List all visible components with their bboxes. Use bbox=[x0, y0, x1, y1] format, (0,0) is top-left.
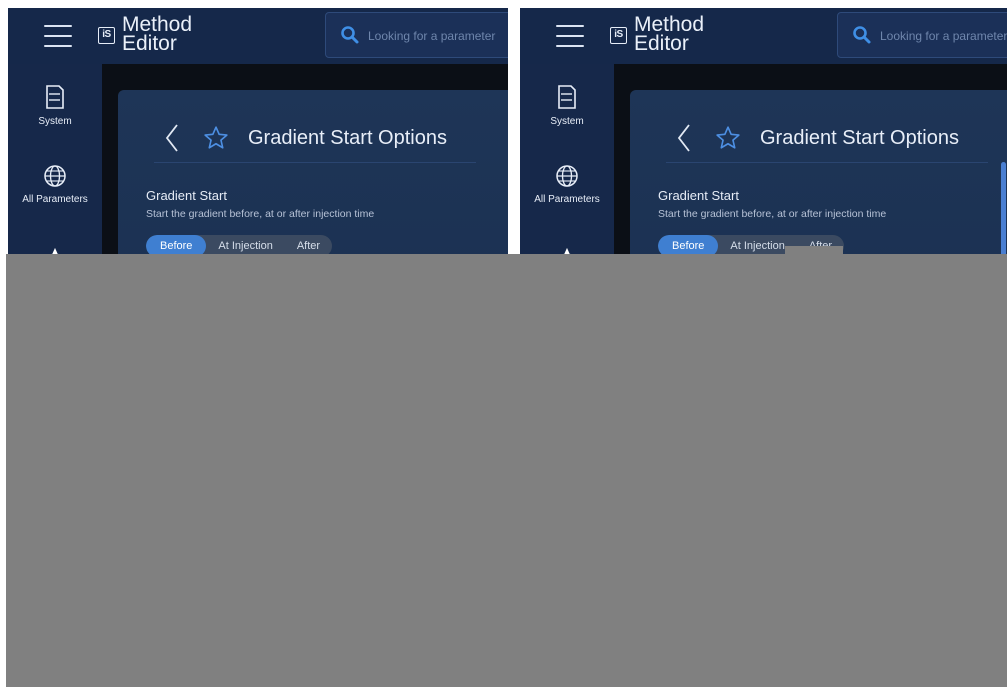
menu-icon[interactable] bbox=[44, 25, 72, 47]
section-description: Start the gradient before, at or after i… bbox=[658, 208, 887, 220]
search-icon bbox=[341, 26, 359, 44]
app-title-line2: Editor bbox=[122, 32, 177, 55]
favorite-star-icon[interactable] bbox=[714, 125, 742, 151]
search-input[interactable] bbox=[366, 25, 508, 47]
document-icon bbox=[46, 85, 64, 109]
search-box[interactable] bbox=[325, 12, 508, 58]
sidebar-item-system[interactable]: System bbox=[520, 84, 614, 127]
card-header: Gradient Start Options bbox=[666, 120, 988, 163]
search-icon bbox=[853, 26, 871, 44]
sidebar-item-all-parameters[interactable]: All Parameters bbox=[520, 164, 614, 205]
globe-icon bbox=[44, 165, 66, 187]
globe-icon bbox=[556, 165, 578, 187]
search-box[interactable] bbox=[837, 12, 1007, 58]
card-header: Gradient Start Options bbox=[154, 120, 476, 163]
menu-icon[interactable] bbox=[556, 25, 584, 47]
redaction-overlay bbox=[6, 254, 1007, 687]
card-title: Gradient Start Options bbox=[760, 127, 959, 149]
top-bar: iS Method Editor bbox=[520, 8, 1007, 64]
sidebar-item-label: All Parameters bbox=[22, 194, 88, 205]
app-logo: iS bbox=[98, 27, 115, 44]
section-description: Start the gradient before, at or after i… bbox=[146, 208, 375, 220]
sidebar-item-label: System bbox=[38, 116, 72, 127]
app-title-line2: Editor bbox=[634, 32, 689, 55]
top-bar: iS Method Editor bbox=[8, 8, 508, 64]
sidebar-item-label: All Parameters bbox=[534, 194, 600, 205]
redaction-overlay-tab bbox=[785, 246, 843, 255]
app-logo: iS bbox=[610, 27, 627, 44]
favorite-star-icon[interactable] bbox=[202, 125, 230, 151]
back-chevron-icon[interactable] bbox=[164, 123, 180, 153]
sidebar-item-label: System bbox=[550, 116, 584, 127]
sidebar-item-system[interactable]: System bbox=[8, 84, 102, 127]
card-title: Gradient Start Options bbox=[248, 127, 447, 149]
app-title: Method Editor bbox=[634, 14, 704, 55]
section-title: Gradient Start bbox=[658, 188, 739, 203]
section-title: Gradient Start bbox=[146, 188, 227, 203]
search-input[interactable] bbox=[878, 25, 1007, 47]
sidebar-item-all-parameters[interactable]: All Parameters bbox=[8, 164, 102, 205]
app-title: Method Editor bbox=[122, 14, 192, 55]
document-icon bbox=[558, 85, 576, 109]
back-chevron-icon[interactable] bbox=[676, 123, 692, 153]
